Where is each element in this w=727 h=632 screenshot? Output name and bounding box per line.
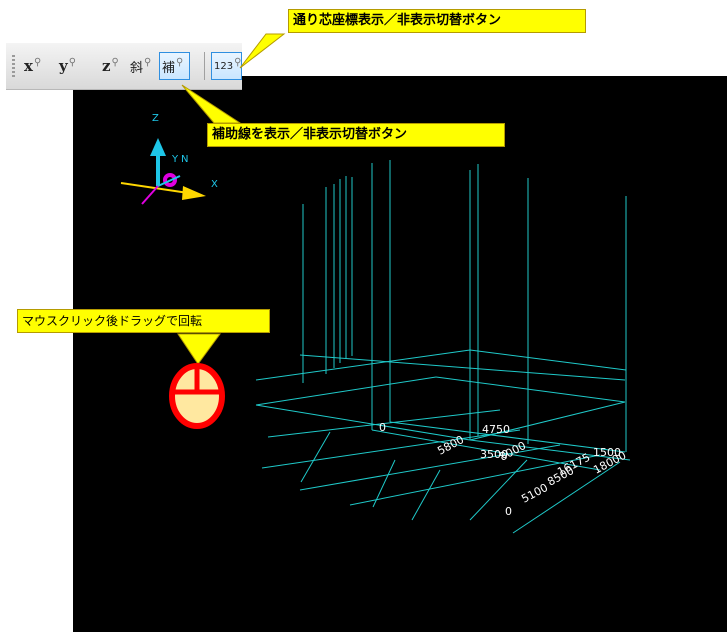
mouse-icon	[169, 363, 225, 429]
callout-aux-lines-toggle: 補助線を表示／非表示切替ボタン	[207, 123, 505, 147]
grid-label: 0	[379, 421, 386, 434]
grid-label: 8000	[497, 439, 528, 464]
grid-label: 4750	[482, 423, 510, 436]
callout-pointer	[177, 333, 221, 365]
callout-grid-coord-text: 通り芯座標表示／非表示切替ボタン	[293, 13, 502, 28]
grid-label: 0	[505, 505, 512, 518]
axis-x-label: X	[211, 179, 218, 190]
callout-pointer	[239, 33, 286, 69]
axis-y-label: Y	[171, 154, 179, 165]
axis-gizmo: Z Y N X	[120, 113, 218, 205]
axis-z-label: Z	[152, 113, 159, 124]
callout-aux-lines-text: 補助線を表示／非表示切替ボタン	[212, 127, 408, 142]
callout-rotate-hint: マウスクリック後ドラッグで回転	[17, 309, 270, 333]
callout-pointer	[181, 84, 242, 124]
callout-rotate-text: マウスクリック後ドラッグで回転	[22, 314, 203, 328]
axis-n-label: N	[181, 154, 188, 165]
callout-grid-coord-toggle: 通り芯座標表示／非表示切替ボタン	[288, 9, 586, 33]
grid-label: 5100	[519, 481, 550, 506]
grid-wireframe	[255, 160, 631, 534]
